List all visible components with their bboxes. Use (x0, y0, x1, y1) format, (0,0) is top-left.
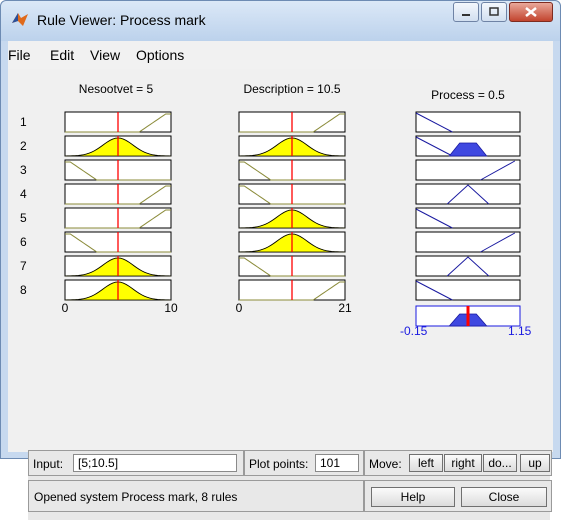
menu-bar: File Edit View Options (8, 41, 553, 69)
input-1-label: Nesootvet = 5 (79, 82, 154, 96)
window-close-button[interactable] (509, 2, 553, 22)
output-label: Process = 0.5 (431, 88, 505, 102)
menu-options[interactable]: Options (136, 47, 184, 63)
title-bar[interactable]: Rule Viewer: Process mark (1, 1, 560, 41)
rule-viewer-window: Rule Viewer: Process mark File Edit View… (0, 0, 561, 520)
plot-points-field[interactable]: 101 (315, 454, 359, 472)
input-1-min: 0 (62, 301, 69, 315)
minimize-icon (462, 14, 470, 16)
rule-number: 4 (20, 187, 27, 201)
rule-number: 6 (20, 235, 27, 249)
move-group: Move: left right do... up (364, 450, 552, 476)
rule-number: 3 (20, 163, 27, 177)
mf-box (415, 111, 521, 133)
move-right-button[interactable]: right (444, 454, 482, 472)
menu-view[interactable]: View (90, 47, 120, 63)
input-2-min: 0 (236, 301, 243, 315)
plot-points-group: Plot points: 101 (244, 450, 364, 476)
window-title: Rule Viewer: Process mark (37, 12, 206, 28)
plot-points-label: Plot points: (249, 457, 309, 471)
output-max: 1.15 (508, 324, 532, 338)
rule-plots: 1 2 3 4 5 6 7 8 Nesootvet = 5 Description = 10.5 P… (20, 82, 532, 338)
input-group: Input: [5;10.5] (28, 450, 244, 476)
input-2-max: 21 (338, 301, 352, 315)
status-group: Opened system Process mark, 8 rules (28, 480, 364, 512)
status-text: Opened system Process mark, 8 rules (34, 490, 238, 504)
maximize-button[interactable] (481, 2, 507, 22)
matlab-icon (12, 13, 28, 26)
help-button[interactable]: Help (371, 487, 455, 507)
input-field[interactable]: [5;10.5] (73, 454, 237, 472)
mf-box (415, 183, 521, 205)
output-min: -0.15 (400, 324, 428, 338)
rule-number: 2 (20, 139, 27, 153)
input-2-label: Description = 10.5 (243, 82, 340, 96)
move-left-button[interactable]: left (409, 454, 443, 472)
mf-box (415, 279, 521, 301)
menu-edit[interactable]: Edit (50, 47, 74, 63)
rule-number: 7 (20, 259, 27, 273)
mf-box (415, 231, 521, 253)
mf-box (415, 207, 521, 229)
minimize-button[interactable] (453, 2, 479, 22)
rule-viewer-panel: 1 2 3 4 5 6 7 8 Nesootvet = 5 Description = 10.5 P… (8, 69, 553, 520)
close-button[interactable]: Close (461, 487, 547, 507)
rule-number: 1 (20, 115, 27, 129)
action-group: Help Close (364, 480, 552, 512)
mf-box (415, 159, 521, 181)
controls-panel: Input: [5;10.5] Plot points: 101 Move: l… (28, 450, 552, 520)
close-x-icon (525, 7, 537, 17)
move-label: Move: (369, 457, 402, 471)
mf-box (415, 255, 521, 277)
rule-number: 5 (20, 211, 27, 225)
input-1-max: 10 (164, 301, 178, 315)
move-up-button[interactable]: up (520, 454, 550, 472)
input-label: Input: (33, 457, 64, 471)
maximize-icon (489, 7, 499, 16)
move-down-button[interactable]: do... (483, 454, 517, 472)
menu-file[interactable]: File (8, 47, 31, 63)
rule-number: 8 (20, 283, 27, 297)
